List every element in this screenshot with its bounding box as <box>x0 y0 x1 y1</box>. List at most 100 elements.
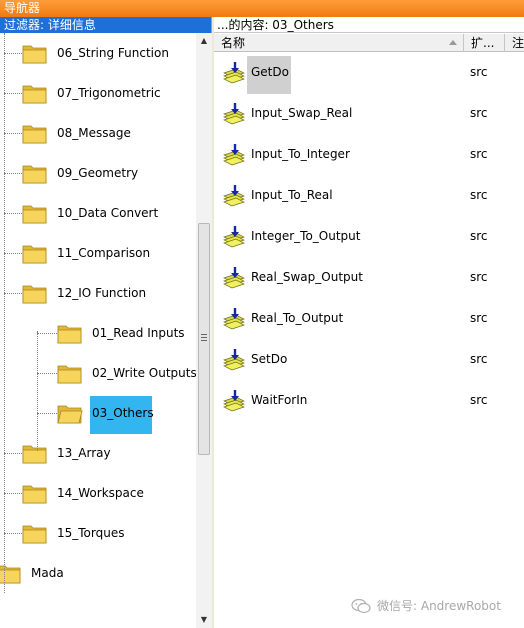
tree-connector <box>37 413 57 414</box>
tree-item[interactable]: 13_Array <box>22 435 112 471</box>
file-name: Input_Swap_Real <box>251 106 353 120</box>
tree-item-label: Mada <box>31 566 64 580</box>
scrollbar-thumb[interactable] <box>198 223 210 455</box>
wechat-watermark: 微信号: AndrewRobot <box>351 597 501 614</box>
tree-connector <box>4 253 22 254</box>
tree-item[interactable]: 15_Torques <box>22 515 125 551</box>
tree-item-label: 06_String Function <box>57 46 169 60</box>
tree-item[interactable]: 02_Write Outputs <box>57 355 196 391</box>
file-row[interactable]: Real_To_Output src <box>214 299 524 340</box>
module-file-icon <box>222 307 246 331</box>
folder-icon <box>22 202 48 224</box>
tree-connector <box>37 331 38 451</box>
file-ext: src <box>470 229 488 243</box>
file-row[interactable]: Integer_To_Output src <box>214 217 524 258</box>
file-name: Integer_To_Output <box>251 229 361 243</box>
tree-scrollbar[interactable]: ▲ ▼ <box>196 33 212 628</box>
folder-icon <box>22 82 48 104</box>
tree-connector <box>4 453 22 454</box>
file-row[interactable]: SetDo src <box>214 340 524 381</box>
folder-icon <box>57 362 83 384</box>
tree-item[interactable]: Mada <box>0 555 65 591</box>
tree-item-label: 14_Workspace <box>57 486 144 500</box>
file-ext: src <box>470 311 488 325</box>
tree-item[interactable]: 11_Comparison <box>22 235 151 271</box>
column-name-header[interactable]: 名称 <box>214 34 464 52</box>
sort-ascending-icon <box>449 40 457 45</box>
file-name: Input_To_Integer <box>251 147 350 161</box>
tree-item[interactable]: 07_Trigonometric <box>22 75 162 111</box>
file-ext: src <box>470 188 488 202</box>
tree-connector <box>4 173 22 174</box>
scroll-down-icon[interactable]: ▼ <box>196 612 212 628</box>
folder-icon <box>22 282 48 304</box>
tree-item[interactable]: 01_Read Inputs <box>57 315 186 351</box>
file-name: Real_To_Output <box>251 311 344 325</box>
file-ext: src <box>470 393 488 407</box>
file-ext: src <box>470 65 488 79</box>
module-file-icon <box>222 266 246 290</box>
module-file-icon <box>222 225 246 249</box>
tree-pane: 过滤器: 详细信息 06_String Function 07_Trigonome… <box>0 17 212 628</box>
tree-item[interactable]: 14_Workspace <box>22 475 145 511</box>
tree-item-label: 12_IO Function <box>57 286 147 300</box>
tree-connector <box>4 493 22 494</box>
file-row[interactable]: WaitForIn src <box>214 381 524 422</box>
file-row[interactable]: GetDo src <box>214 53 524 94</box>
tree-item-label: 10_Data Convert <box>57 206 159 220</box>
filter-bar[interactable]: 过滤器: 详细信息 <box>0 17 211 33</box>
folder-icon <box>22 162 48 184</box>
column-comment-header[interactable]: 注 <box>505 34 524 52</box>
tree-item-label: 07_Trigonometric <box>57 86 161 100</box>
folder-icon <box>22 122 48 144</box>
file-ext: src <box>470 147 488 161</box>
folder-icon <box>22 42 48 64</box>
tree-connector <box>4 33 5 593</box>
file-row[interactable]: Input_To_Real src <box>214 176 524 217</box>
folder-icon <box>22 482 48 504</box>
file-name: SetDo <box>251 352 288 366</box>
file-row[interactable]: Real_Swap_Output src <box>214 258 524 299</box>
tree-item-label: 13_Array <box>57 446 111 460</box>
tree-connector <box>4 93 22 94</box>
file-ext: src <box>470 106 488 120</box>
tree-item[interactable]: 10_Data Convert <box>22 195 159 231</box>
tree-connector <box>4 533 22 534</box>
tree-item[interactable]: 03_Others <box>57 395 155 431</box>
scroll-up-icon[interactable]: ▲ <box>196 33 212 49</box>
folder-icon <box>22 242 48 264</box>
folder-icon <box>22 442 48 464</box>
tree-item-label: 01_Read Inputs <box>92 326 185 340</box>
tree-connector <box>37 333 57 334</box>
tree-item-label: 15_Torques <box>57 526 125 540</box>
module-file-icon <box>222 61 246 85</box>
file-name: Real_Swap_Output <box>251 270 363 284</box>
column-ext-header[interactable]: 扩... <box>464 34 505 52</box>
tree-item[interactable]: 08_Message <box>22 115 132 151</box>
tree-item-label: 02_Write Outputs <box>92 366 196 380</box>
file-name: GetDo <box>251 65 289 79</box>
tree-connector <box>4 133 22 134</box>
tree-item-label: 08_Message <box>57 126 131 140</box>
file-row[interactable]: Input_To_Integer src <box>214 135 524 176</box>
module-file-icon <box>222 184 246 208</box>
column-header: 名称 扩... 注 <box>214 34 524 52</box>
file-name: Input_To_Real <box>251 188 333 202</box>
module-file-icon <box>222 143 246 167</box>
folder-icon <box>22 522 48 544</box>
tree-item-label: 03_Others <box>92 406 154 420</box>
file-name: WaitForIn <box>251 393 308 407</box>
folder-icon <box>57 322 83 344</box>
tree-item[interactable]: 06_String Function <box>22 35 170 71</box>
tree-connector <box>37 373 57 374</box>
tree-item[interactable]: 12_IO Function <box>22 275 147 311</box>
tree-connector <box>4 293 22 294</box>
file-row[interactable]: Input_Swap_Real src <box>214 94 524 135</box>
path-bar: ...的内容: 03_Others <box>214 17 524 33</box>
tree-item[interactable]: 09_Geometry <box>22 155 139 191</box>
window-title: 导航器 <box>0 0 524 17</box>
tree-item-label: 09_Geometry <box>57 166 139 180</box>
file-ext: src <box>470 270 488 284</box>
wechat-icon <box>351 598 371 613</box>
folder-tree: 06_String Function 07_Trigonometric 08_Mes… <box>0 33 196 628</box>
